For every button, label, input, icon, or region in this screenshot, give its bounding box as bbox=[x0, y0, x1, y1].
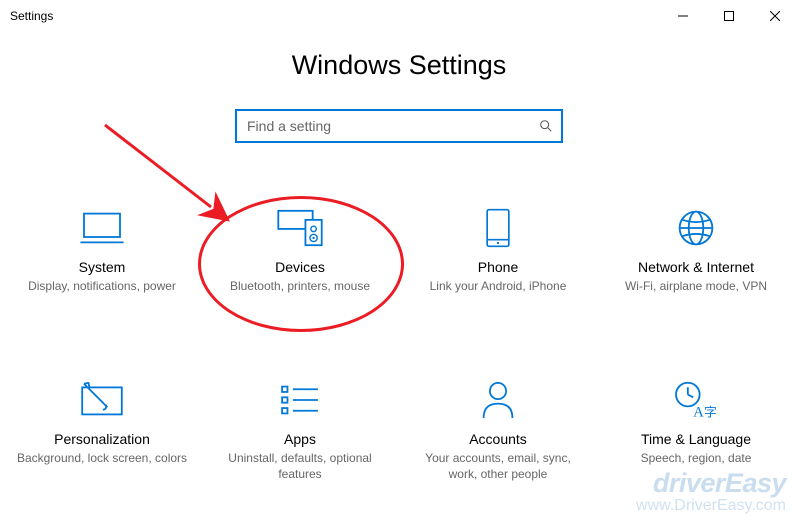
tile-title: Apps bbox=[284, 431, 316, 447]
tile-subtitle: Wi-Fi, airplane mode, VPN bbox=[613, 278, 779, 294]
tile-subtitle: Link your Android, iPhone bbox=[418, 278, 579, 294]
tile-personalization[interactable]: Personalization Background, lock screen,… bbox=[3, 379, 201, 482]
apps-icon bbox=[280, 379, 320, 421]
tile-time-language[interactable]: A 字 Time & Language Speech, region, date bbox=[597, 379, 795, 482]
tile-devices[interactable]: Devices Bluetooth, printers, mouse bbox=[201, 207, 399, 294]
system-icon bbox=[80, 207, 124, 249]
window-title: Settings bbox=[10, 9, 660, 23]
tile-title: Phone bbox=[478, 259, 518, 275]
time-language-icon: A 字 bbox=[673, 379, 719, 421]
svg-text:字: 字 bbox=[704, 406, 717, 420]
tile-subtitle: Display, notifications, power bbox=[16, 278, 188, 294]
accounts-icon bbox=[480, 379, 516, 421]
tile-title: Devices bbox=[275, 259, 325, 275]
search-box[interactable] bbox=[235, 109, 563, 143]
tile-apps[interactable]: Apps Uninstall, defaults, optional featu… bbox=[201, 379, 399, 482]
tile-subtitle: Your accounts, email, sync, work, other … bbox=[399, 450, 597, 482]
tile-title: System bbox=[79, 259, 126, 275]
tile-title: Network & Internet bbox=[638, 259, 754, 275]
page-title: Windows Settings bbox=[0, 50, 798, 81]
tile-title: Time & Language bbox=[641, 431, 751, 447]
tile-subtitle: Uninstall, defaults, optional features bbox=[201, 450, 399, 482]
tile-accounts[interactable]: Accounts Your accounts, email, sync, wor… bbox=[399, 379, 597, 482]
tile-phone[interactable]: Phone Link your Android, iPhone bbox=[399, 207, 597, 294]
phone-icon bbox=[485, 207, 511, 249]
tile-system[interactable]: System Display, notifications, power bbox=[3, 207, 201, 294]
minimize-button[interactable] bbox=[660, 0, 706, 32]
tile-subtitle: Background, lock screen, colors bbox=[5, 450, 199, 466]
search-row bbox=[0, 109, 798, 143]
tile-title: Personalization bbox=[54, 431, 150, 447]
svg-text:A: A bbox=[693, 405, 704, 421]
tile-network[interactable]: Network & Internet Wi-Fi, airplane mode,… bbox=[597, 207, 795, 294]
close-button[interactable] bbox=[752, 0, 798, 32]
tile-subtitle: Bluetooth, printers, mouse bbox=[218, 278, 382, 294]
globe-icon bbox=[676, 207, 716, 249]
personalization-icon bbox=[80, 379, 124, 421]
tile-title: Accounts bbox=[469, 431, 527, 447]
maximize-button[interactable] bbox=[706, 0, 752, 32]
titlebar: Settings bbox=[0, 0, 798, 32]
search-input[interactable] bbox=[247, 118, 533, 134]
tile-subtitle: Speech, region, date bbox=[629, 450, 764, 466]
devices-icon bbox=[276, 207, 324, 249]
settings-grid: System Display, notifications, power Dev… bbox=[0, 207, 798, 483]
watermark-url: www.DriverEasy.com bbox=[636, 497, 786, 515]
search-icon[interactable] bbox=[533, 119, 553, 133]
